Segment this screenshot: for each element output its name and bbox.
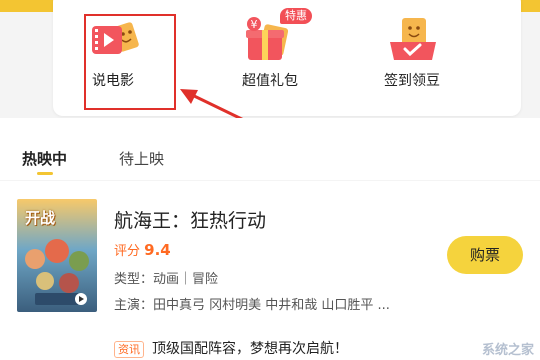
special-offer-badge: 特惠 <box>280 8 312 24</box>
highlight-box <box>84 14 176 110</box>
news-tag: 资讯 <box>114 340 144 358</box>
watermark: 系统之家 <box>481 343 534 358</box>
movie-title[interactable]: 航海王：狂热行动 <box>114 206 266 233</box>
tab-now-showing[interactable]: 热映中 <box>22 148 67 169</box>
movie-score: 评分 9.4 <box>114 240 171 259</box>
buy-ticket-button[interactable]: 购票 <box>447 236 523 274</box>
news-line[interactable]: 资讯 顶级国配阵容，梦想再次启航！ <box>114 338 348 360</box>
score-value: 9.4 <box>144 241 171 259</box>
shortcut-label: 签到领豆 <box>384 73 440 89</box>
movie-cast: 主演：田中真弓 冈村明美 中井和哉 山口胜平 ... <box>114 298 390 313</box>
yen-tag-icon: ¥ <box>251 18 258 31</box>
tab-coming-soon[interactable]: 待上映 <box>119 148 164 169</box>
tab-bar: 热映中 待上映 <box>0 118 540 180</box>
news-text: 顶级国配阵容，梦想再次启航！ <box>152 341 348 357</box>
score-label: 评分 <box>114 244 141 259</box>
movie-type: 类型：动画｜冒险 <box>114 272 219 287</box>
checkin-ticket-icon <box>390 18 436 60</box>
active-tab-indicator <box>37 172 53 175</box>
poster-title: 开战 <box>25 209 56 227</box>
shortcut-checkin[interactable]: 签到领豆 <box>352 0 472 112</box>
movie-list-item[interactable]: 开战 航海王：狂热行动 评分 9.4 类型：动画｜冒险 主演：田中真弓 冈村明美… <box>0 181 540 360</box>
movie-poster[interactable]: 开战 <box>17 199 97 312</box>
